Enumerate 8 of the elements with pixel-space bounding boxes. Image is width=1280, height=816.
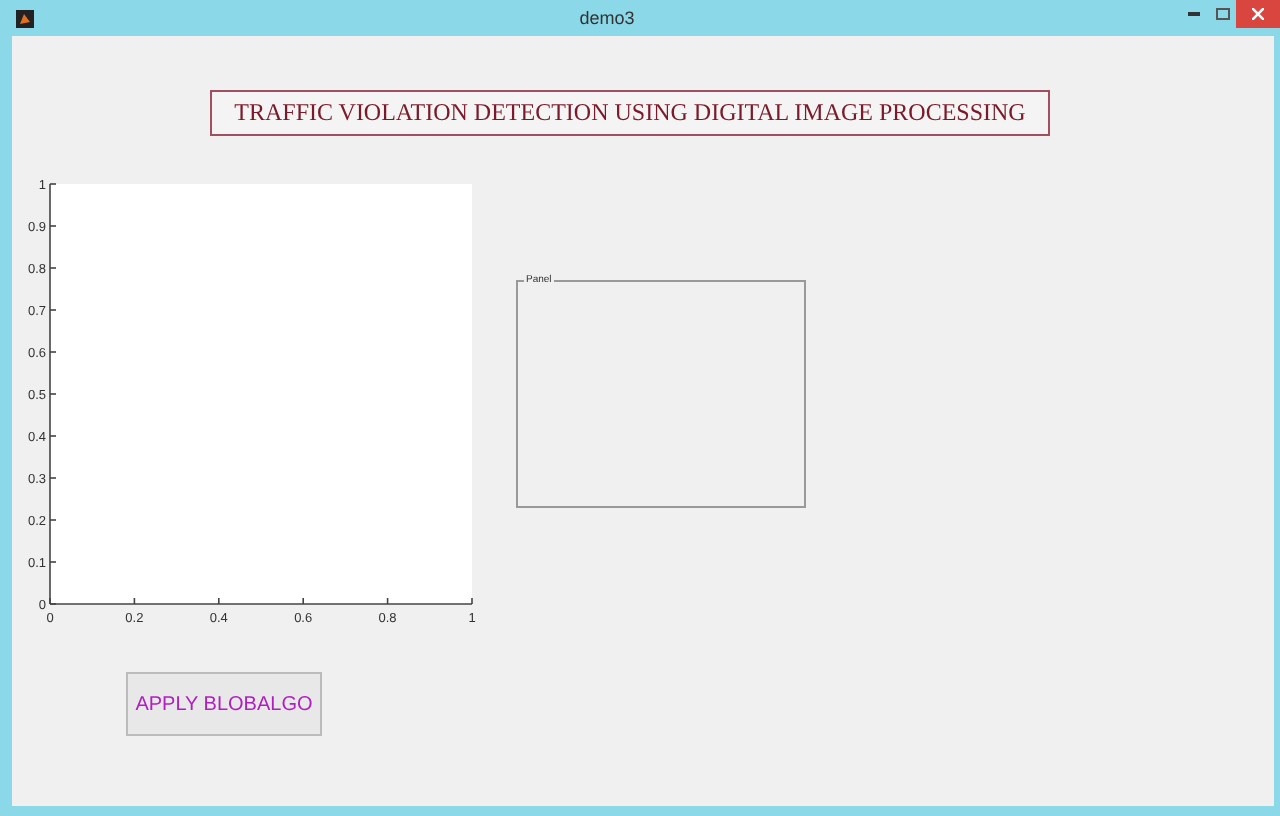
minimize-icon (1188, 12, 1200, 16)
window-title: demo3 (577, 8, 637, 28)
apply-button[interactable]: APPLY BLOBALGO (126, 672, 322, 736)
heading-text: TRAFFIC VIOLATION DETECTION USING DIGITAL IMAGE PROCESSING (210, 90, 1050, 136)
close-button[interactable] (1236, 0, 1280, 28)
app-icon (16, 9, 34, 27)
maximize-icon (1215, 8, 1229, 20)
close-icon (1252, 8, 1264, 20)
